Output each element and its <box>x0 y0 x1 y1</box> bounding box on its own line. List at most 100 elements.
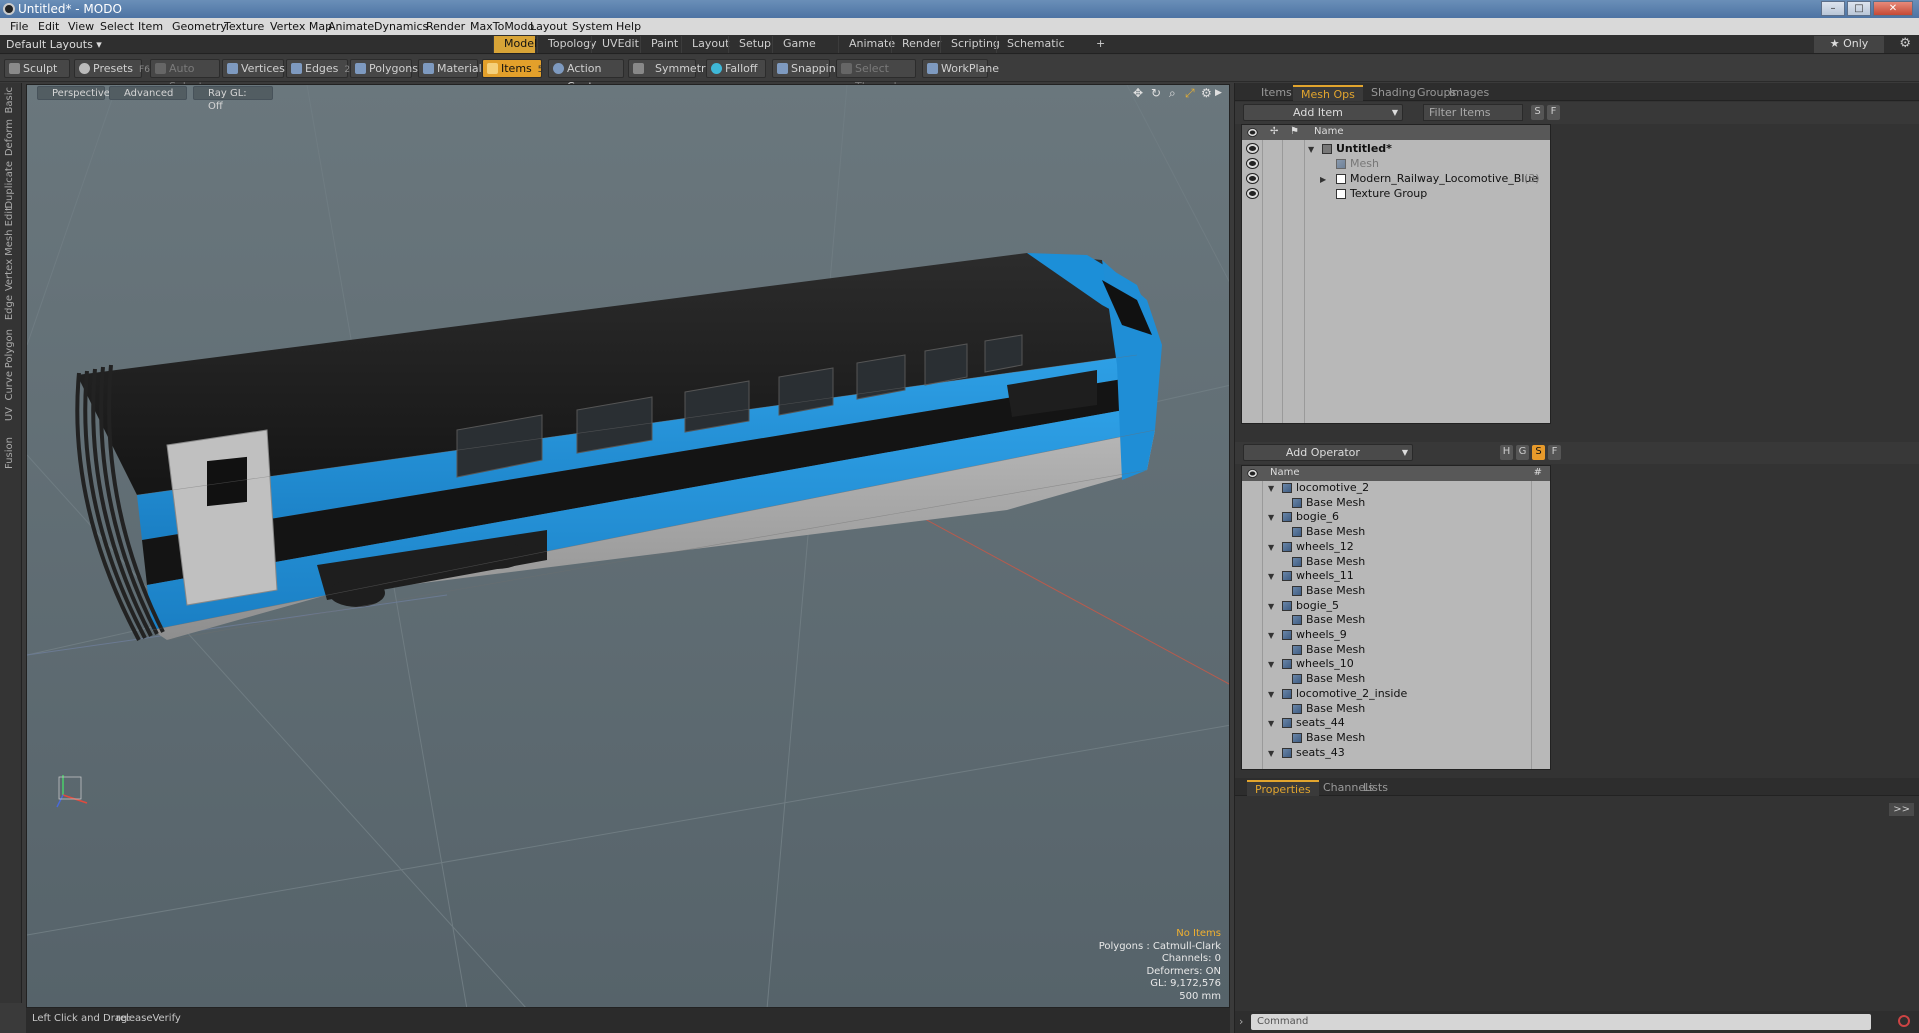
symmetry-button[interactable]: Symmetry <box>628 59 712 78</box>
viewport-menu-arrow-icon[interactable]: ▶ <box>1215 88 1222 98</box>
filter-s-button[interactable]: S <box>1531 105 1544 120</box>
auto-select-button[interactable]: Auto Select <box>150 59 220 93</box>
only-toggle[interactable]: ★ Only <box>1814 36 1884 53</box>
filter-g-button[interactable]: G <box>1516 445 1529 460</box>
fit-view-icon[interactable]: ⤢ <box>1185 86 1195 101</box>
expand-arrow-icon[interactable]: ▼ <box>1268 482 1274 496</box>
tab-model[interactable]: Model <box>493 36 537 53</box>
menu-select[interactable]: Select <box>100 20 134 33</box>
materials-button[interactable]: Materials <box>418 59 487 78</box>
left-tab-duplicate[interactable]: Duplicate <box>4 161 15 209</box>
operator-row[interactable]: ▼ wheels_12 <box>1242 540 1550 555</box>
tab-setup[interactable]: Setup <box>728 36 771 53</box>
expand-arrow-icon[interactable]: ▼ <box>1268 570 1274 584</box>
rotate-view-icon[interactable]: ↻ <box>1151 86 1161 100</box>
operator-row[interactable]: Base Mesh <box>1242 555 1550 570</box>
zoom-view-icon[interactable]: ⌕ <box>1169 86 1176 101</box>
menu-render[interactable]: Render <box>426 20 465 33</box>
workplane-button[interactable]: WorkPlane <box>922 59 999 78</box>
operator-row[interactable]: Base Mesh <box>1242 731 1550 746</box>
filter-f-button[interactable]: F <box>1547 105 1560 120</box>
menu-dynamics[interactable]: Dynamics <box>374 20 428 33</box>
gear-icon[interactable]: ⚙ <box>1899 36 1911 51</box>
tab-topology[interactable]: Topology <box>537 36 597 53</box>
left-tab-mesh-edit[interactable]: Mesh Edit <box>4 207 15 256</box>
eye-icon[interactable] <box>1247 189 1258 198</box>
menu-edit[interactable]: Edit <box>38 20 59 33</box>
operator-row[interactable]: ▼ locomotive_2_inside <box>1242 687 1550 702</box>
stop-icon[interactable] <box>1898 1015 1910 1027</box>
menu-geometry[interactable]: Geometry <box>172 20 227 33</box>
left-tab-basic[interactable]: Basic <box>4 87 15 113</box>
tab-uvedit[interactable]: UVEdit <box>591 36 639 53</box>
left-tab-polygon[interactable]: Polygon <box>4 329 15 368</box>
operator-row[interactable]: Base Mesh <box>1242 584 1550 599</box>
left-tab-fusion[interactable]: Fusion <box>4 437 15 469</box>
menu-animate[interactable]: Animate <box>328 20 374 33</box>
left-tab-deform[interactable]: Deform <box>4 119 15 156</box>
menu-layout[interactable]: Layout <box>530 20 567 33</box>
panel-tab-images[interactable]: Images <box>1441 85 1497 101</box>
left-tab-uv[interactable]: UV <box>4 407 15 421</box>
presets-button[interactable]: Presets F6 <box>74 59 150 78</box>
operator-row[interactable]: Base Mesh <box>1242 525 1550 540</box>
maximize-button[interactable]: □ <box>1847 1 1871 16</box>
left-tab-edge[interactable]: Edge <box>4 295 15 320</box>
filter-items-input[interactable]: Filter Items <box>1423 104 1523 121</box>
expand-arrow-icon[interactable]: ▼ <box>1268 541 1274 555</box>
raygl-toggle[interactable]: Ray GL: Off <box>193 86 273 112</box>
tab-render[interactable]: Render <box>891 36 941 53</box>
tab-paint[interactable]: Paint <box>640 36 679 53</box>
add-tab-button[interactable]: + <box>1086 36 1115 53</box>
panel-tab-mesh-ops[interactable]: Mesh Ops <box>1293 85 1363 101</box>
operator-row[interactable]: Base Mesh <box>1242 613 1550 628</box>
snapping-button[interactable]: Snapping <box>772 59 843 78</box>
view-type-dropdown[interactable]: Perspective <box>37 86 110 100</box>
menu-texture[interactable]: Texture <box>224 20 264 33</box>
menu-help[interactable]: Help <box>616 20 641 33</box>
move-view-icon[interactable]: ✥ <box>1133 86 1143 100</box>
items-button[interactable]: Items 5 <box>482 59 544 78</box>
filter-h-button[interactable]: H <box>1500 445 1513 460</box>
menu-system[interactable]: System <box>572 20 613 33</box>
edges-button[interactable]: Edges 2 <box>286 59 350 78</box>
expand-panel-button[interactable]: >> <box>1889 803 1914 816</box>
operator-row[interactable]: ▼ seats_43 <box>1242 746 1550 761</box>
expand-arrow-icon[interactable]: ▼ <box>1268 747 1274 761</box>
tab-animate[interactable]: Animate <box>838 36 895 53</box>
operator-row[interactable]: ▼ wheels_11 <box>1242 569 1550 584</box>
menu-file[interactable]: File <box>10 20 28 33</box>
expand-arrow-icon[interactable]: ▼ <box>1268 511 1274 525</box>
tree-row-texture-group[interactable]: Texture Group <box>1242 185 1550 203</box>
expand-arrow-icon[interactable]: ▼ <box>1268 717 1274 731</box>
panel-tab-lists[interactable]: Lists <box>1355 780 1396 796</box>
operator-row[interactable]: Base Mesh <box>1242 672 1550 687</box>
vertices-button[interactable]: Vertices1 <box>222 59 297 78</box>
polygons-button[interactable]: Polygons <box>350 59 418 78</box>
3d-viewport[interactable]: Perspective Advanced Ray GL: Off ✥ ↻ ⌕ ⤢… <box>26 84 1230 1008</box>
tab-layout[interactable]: Layout <box>681 36 729 53</box>
operator-row[interactable]: ▼ wheels_10 <box>1242 657 1550 672</box>
shading-dropdown[interactable]: Advanced <box>109 86 187 100</box>
eye-icon[interactable] <box>1247 144 1258 153</box>
expand-arrow-icon[interactable]: ▼ <box>1268 629 1274 643</box>
menu-view[interactable]: View <box>68 20 94 33</box>
expand-arrow-icon[interactable]: ▼ <box>1268 688 1274 702</box>
falloff-button[interactable]: Falloff <box>706 59 766 78</box>
add-operator-dropdown[interactable]: Add Operator ▼ <box>1243 444 1413 461</box>
filter-f-button[interactable]: F <box>1548 445 1561 460</box>
command-input[interactable]: Command <box>1251 1014 1871 1030</box>
operator-row[interactable]: ▼ seats_44 <box>1242 716 1550 731</box>
tab-scripting[interactable]: Scripting <box>940 36 1000 53</box>
operator-row[interactable]: Base Mesh <box>1242 702 1550 717</box>
minimize-button[interactable]: – <box>1821 1 1845 16</box>
operator-row[interactable]: ▼ locomotive_2 <box>1242 481 1550 496</box>
select-through-button[interactable]: Select Through <box>836 59 916 93</box>
menu-maxtomodo[interactable]: MaxToModo <box>470 20 534 33</box>
filter-s-active-button[interactable]: S <box>1532 445 1545 460</box>
add-item-dropdown[interactable]: Add Item ▼ <box>1243 104 1403 121</box>
operator-row[interactable]: Base Mesh <box>1242 496 1550 511</box>
close-button[interactable]: ✕ <box>1873 1 1913 16</box>
menu-vertex-map[interactable]: Vertex Map <box>270 20 332 33</box>
panel-tab-properties[interactable]: Properties <box>1247 780 1319 796</box>
